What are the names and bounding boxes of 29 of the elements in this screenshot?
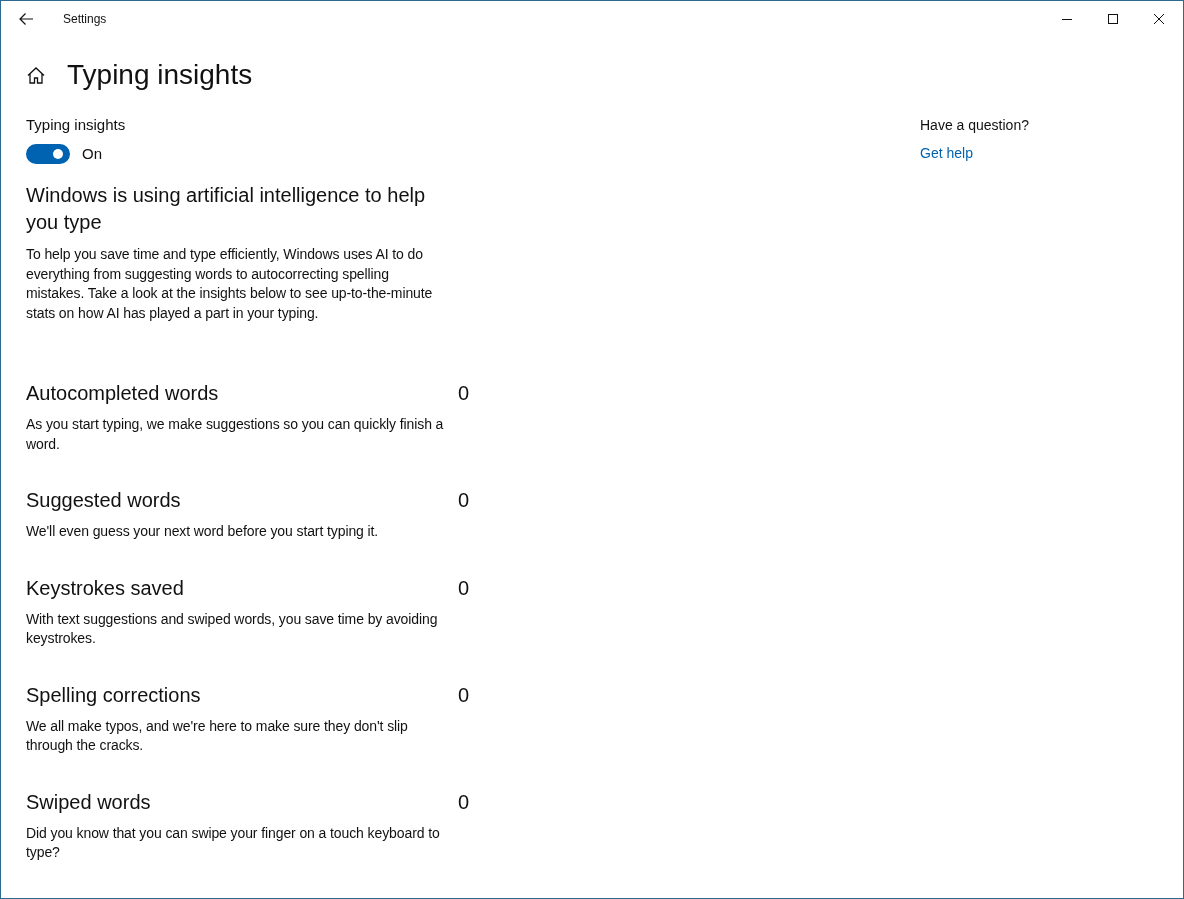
page-title: Typing insights	[67, 58, 253, 92]
insight-title: Keystrokes saved	[26, 575, 184, 601]
insight-count: 0	[457, 381, 469, 406]
insight-title: Swiped words	[26, 789, 151, 815]
minimize-icon	[1062, 18, 1072, 20]
insight-count: 0	[457, 488, 469, 513]
insight-title: Spelling corrections	[26, 682, 201, 708]
toggle-switch[interactable]	[26, 144, 70, 164]
window-title: Settings	[63, 11, 107, 28]
back-arrow-icon	[19, 13, 33, 25]
insight-description: We all make typos, and we're here to make sure they don't slip through the cracks.	[26, 716, 409, 755]
help-question: Have a question?	[920, 116, 1029, 135]
insight-title: Autocompleted words	[26, 381, 219, 406]
description-paragraph: To help you save time and type efficiently, Windows uses AI to do everything from suggesting words to autocorrecting spelling mistakes. Take a look at the insights below to see up-to-the-minute stats on how AI has played a part in your typing.	[26, 245, 434, 323]
section-heading: Windows is using artificial intelligence to help you type	[26, 183, 427, 235]
insight-description: Did you know that you can swipe your finger on a touch keyboard to type?	[26, 823, 441, 862]
home-icon	[27, 66, 45, 84]
maximize-icon	[1108, 14, 1118, 24]
insight-description: We'll even guess your next word before you start typing it.	[26, 522, 380, 541]
insight-count: 0	[457, 682, 469, 708]
insight-title: Suggested words	[26, 488, 181, 513]
toggle-label: Typing insights	[26, 115, 127, 135]
toggle-state-text: On	[82, 143, 102, 164]
insight-description: With text suggestions and swiped words, you save time by avoiding keystrokes.	[26, 609, 439, 648]
insight-count: 0	[457, 789, 469, 815]
insight-count: 0	[457, 575, 469, 601]
get-help-link[interactable]: Get help	[920, 143, 1029, 163]
close-icon	[1154, 14, 1164, 24]
insight-description: As you start typing, we make suggestions so you can quickly finish a word.	[26, 415, 445, 454]
